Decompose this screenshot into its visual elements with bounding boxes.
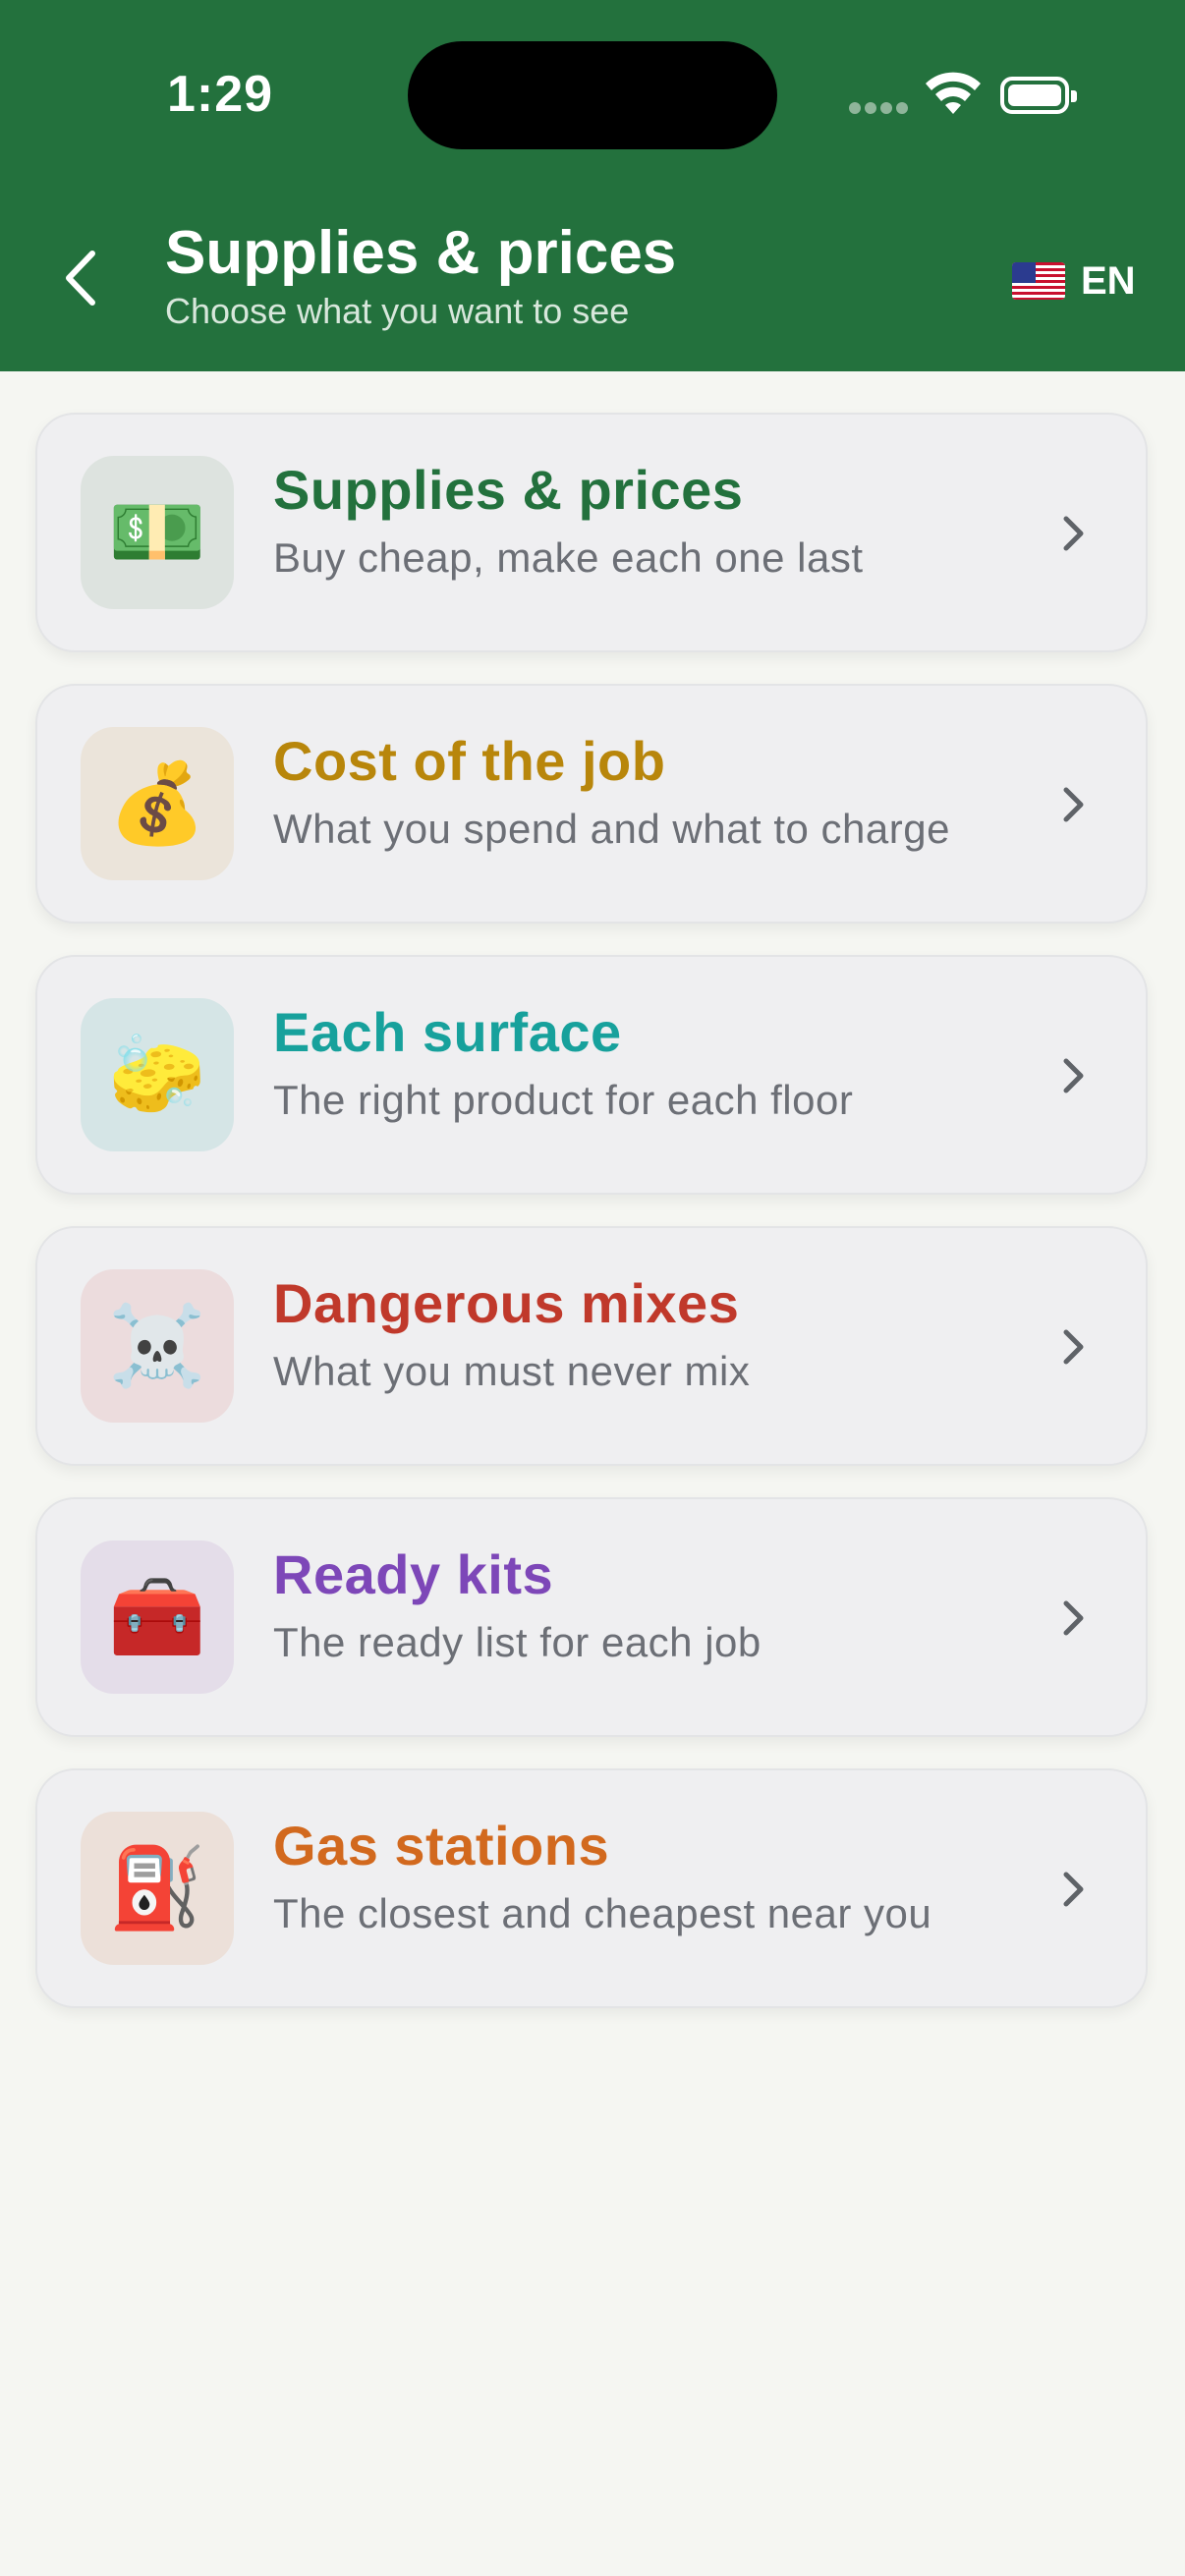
chevron-right-icon [1063, 1058, 1084, 1093]
money-bag-icon: 💰 [81, 727, 234, 880]
menu-item-subtitle: The closest and cheapest near you [273, 1890, 932, 1936]
menu-item-title: Each surface [273, 1001, 622, 1063]
menu-item-title: Cost of the job [273, 730, 666, 792]
menu-item-dangerous-mixes[interactable]: ☠️ Dangerous mixes What you must never m… [35, 1226, 1148, 1466]
fuel-pump-icon: ⛽ [81, 1812, 234, 1965]
menu-item-title: Ready kits [273, 1543, 554, 1605]
status-time: 1:29 [167, 66, 274, 123]
page-title: Supplies & prices [165, 219, 677, 287]
us-flag-icon [1012, 262, 1065, 300]
chevron-right-icon [1063, 787, 1084, 822]
chevron-right-icon [1063, 1600, 1084, 1636]
menu-item-title: Dangerous mixes [273, 1272, 740, 1334]
menu-item-gas-stations[interactable]: ⛽ Gas stations The closest and cheapest … [35, 1768, 1148, 2008]
menu-item-cost-of-job[interactable]: 💰 Cost of the job What you spend and wha… [35, 684, 1148, 924]
wifi-icon [926, 72, 981, 114]
menu-item-subtitle: Buy cheap, make each one last [273, 534, 864, 581]
page-subtitle: Choose what you want to see [165, 291, 630, 331]
chevron-right-icon [1063, 516, 1084, 551]
back-arrow-icon[interactable] [57, 244, 106, 312]
money-icon: 💵 [81, 456, 234, 609]
menu-item-subtitle: What you must never mix [273, 1348, 751, 1394]
sponge-icon: 🧽 [81, 998, 234, 1151]
dynamic-island [408, 41, 777, 149]
menu-item-subtitle: The ready list for each job [273, 1619, 762, 1665]
menu-item-title: Supplies & prices [273, 459, 744, 521]
cellular-signal-icon [849, 102, 908, 116]
skull-icon: ☠️ [81, 1269, 234, 1423]
chevron-right-icon [1063, 1329, 1084, 1365]
menu-item-supplies-prices[interactable]: 💵 Supplies & prices Buy cheap, make each… [35, 413, 1148, 652]
language-code: EN [1081, 258, 1136, 303]
chevron-right-icon [1063, 1872, 1084, 1907]
menu-item-each-surface[interactable]: 🧽 Each surface The right product for eac… [35, 955, 1148, 1195]
menu-item-subtitle: What you spend and what to charge [273, 806, 950, 852]
language-selector[interactable]: EN [1012, 253, 1136, 308]
toolbox-icon: 🧰 [81, 1540, 234, 1694]
menu-item-subtitle: The right product for each floor [273, 1077, 854, 1123]
battery-icon [1000, 77, 1077, 114]
menu-item-title: Gas stations [273, 1815, 610, 1876]
app-header: 1:29 Supplies & prices Choose what you w… [0, 0, 1185, 371]
menu-item-ready-kits[interactable]: 🧰 Ready kits The ready list for each job [35, 1497, 1148, 1737]
